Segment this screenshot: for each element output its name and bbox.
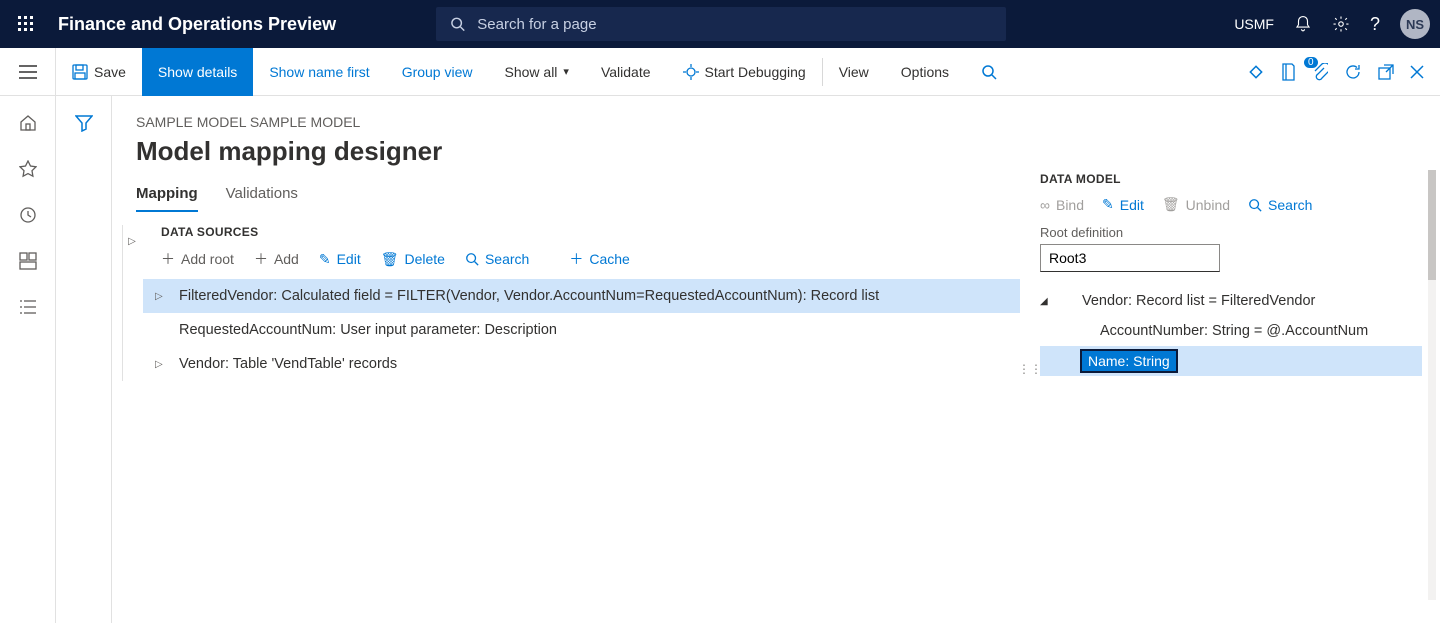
tree-row-selected[interactable]: Name: String: [1040, 346, 1422, 376]
tabs: Mapping Validations: [136, 185, 1020, 213]
data-sources-tree: ▷FilteredVendor: Calculated field = FILT…: [143, 279, 1020, 381]
filter-column: [56, 96, 112, 623]
save-icon: [72, 64, 88, 80]
tree-row[interactable]: ◢Vendor: Record list = FilteredVendor: [1040, 286, 1422, 316]
root-definition-label: Root definition: [1040, 225, 1422, 240]
chevron-right-icon[interactable]: ▷: [155, 359, 169, 370]
search-icon: [1248, 198, 1262, 212]
page-title: Model mapping designer: [136, 136, 1020, 167]
unbind-button[interactable]: 🗑Unbind: [1162, 196, 1230, 213]
view-menu[interactable]: View: [823, 48, 885, 96]
chevron-down-icon[interactable]: ◢: [1040, 296, 1054, 307]
hamburger-icon[interactable]: [0, 48, 56, 96]
start-debugging-button[interactable]: Start Debugging: [667, 48, 822, 96]
edit-button[interactable]: ✎Edit: [1102, 196, 1144, 213]
group-view-button[interactable]: Group view: [386, 48, 489, 96]
trash-icon: 🗑: [1162, 196, 1180, 213]
workspace-icon[interactable]: [19, 252, 37, 270]
data-model-tree: ◢Vendor: Record list = FilteredVendor Ac…: [1040, 286, 1422, 376]
link-icon: ∞: [1040, 197, 1050, 213]
modules-icon[interactable]: [19, 298, 37, 316]
page-search-button[interactable]: [965, 48, 1013, 96]
validate-button[interactable]: Validate: [585, 48, 667, 96]
delete-button[interactable]: 🗑Delete: [381, 249, 445, 269]
chevron-down-icon: ▾: [563, 65, 569, 78]
diamond-icon[interactable]: [1248, 64, 1264, 80]
waffle-icon[interactable]: [10, 8, 42, 40]
splitter-handle[interactable]: ⋮⋮: [1020, 114, 1040, 623]
book-icon[interactable]: [1280, 63, 1296, 81]
plus-icon: ＋: [254, 249, 268, 269]
plus-icon: ＋: [569, 249, 583, 269]
attachments-button[interactable]: 0: [1312, 63, 1328, 81]
tree-row[interactable]: AccountNumber: String = @.AccountNum: [1040, 316, 1422, 346]
tab-mapping[interactable]: Mapping: [136, 185, 198, 212]
add-button[interactable]: ＋Add: [254, 249, 299, 269]
tree-row[interactable]: RequestedAccountNum: User input paramete…: [143, 313, 1020, 347]
options-menu[interactable]: Options: [885, 48, 965, 96]
search-icon: [465, 252, 479, 266]
app-title: Finance and Operations Preview: [58, 14, 336, 35]
user-avatar[interactable]: NS: [1400, 9, 1430, 39]
bell-icon[interactable]: [1294, 15, 1312, 33]
show-all-dropdown[interactable]: Show all▾: [489, 48, 585, 96]
data-sources-heading: DATA SOURCES: [161, 225, 1020, 239]
chevron-right-icon[interactable]: ▷: [155, 291, 169, 302]
save-button[interactable]: Save: [56, 48, 142, 96]
tab-validations[interactable]: Validations: [226, 185, 298, 212]
panel-collapse-icon[interactable]: ▷: [122, 231, 142, 251]
cache-button[interactable]: ＋Cache: [569, 249, 629, 269]
search-button[interactable]: Search: [465, 249, 529, 269]
debug-icon: [683, 64, 699, 80]
trash-icon: 🗑: [381, 251, 399, 268]
show-details-button[interactable]: Show details: [142, 48, 253, 96]
search-icon: [450, 16, 465, 32]
bind-button[interactable]: ∞Bind: [1040, 196, 1084, 213]
plus-icon: ＋: [161, 249, 175, 269]
edit-button[interactable]: ✎Edit: [319, 249, 361, 269]
search-icon: [981, 64, 997, 80]
popout-icon[interactable]: [1378, 64, 1394, 80]
global-search-input[interactable]: [477, 16, 992, 33]
help-icon[interactable]: ?: [1370, 14, 1380, 35]
root-definition-input[interactable]: [1040, 244, 1220, 272]
refresh-icon[interactable]: [1344, 63, 1362, 81]
attachment-badge: 0: [1304, 57, 1318, 68]
pencil-icon: ✎: [319, 251, 331, 268]
left-rail: [0, 96, 56, 623]
pencil-icon: ✎: [1102, 196, 1114, 213]
recent-icon[interactable]: [19, 206, 37, 224]
breadcrumb: SAMPLE MODEL SAMPLE MODEL: [136, 114, 1020, 130]
data-model-panel: DATA MODEL ∞Bind ✎Edit 🗑Unbind Search Ro…: [1040, 114, 1440, 623]
top-bar: Finance and Operations Preview USMF ? NS: [0, 0, 1440, 48]
data-sources-panel: ▷ DATA SOURCES ＋Add root ＋Add ✎Edit 🗑Del…: [122, 225, 1020, 381]
global-search[interactable]: [436, 7, 1006, 41]
add-root-button[interactable]: ＋Add root: [161, 249, 234, 269]
company-code[interactable]: USMF: [1234, 16, 1274, 32]
filter-icon[interactable]: [75, 114, 93, 623]
tree-row[interactable]: ▷FilteredVendor: Calculated field = FILT…: [143, 279, 1020, 313]
tree-row[interactable]: ▷Vendor: Table 'VendTable' records: [143, 347, 1020, 381]
scrollbar[interactable]: [1428, 170, 1436, 600]
search-button[interactable]: Search: [1248, 196, 1312, 213]
home-icon[interactable]: [19, 114, 37, 132]
action-bar: Save Show details Show name first Group …: [0, 48, 1440, 96]
data-model-heading: DATA MODEL: [1040, 172, 1422, 186]
star-icon[interactable]: [19, 160, 37, 178]
gear-icon[interactable]: [1332, 15, 1350, 33]
close-icon[interactable]: [1410, 65, 1424, 79]
show-name-first-button[interactable]: Show name first: [253, 48, 385, 96]
